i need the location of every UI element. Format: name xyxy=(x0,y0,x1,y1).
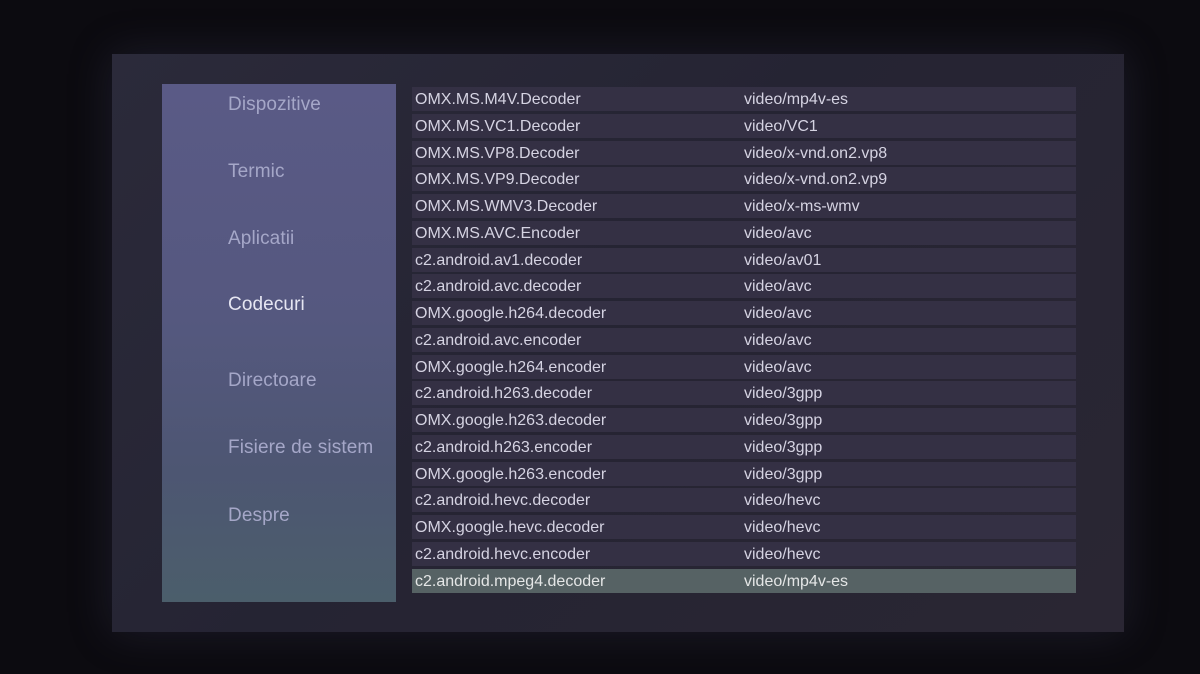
codec-name: OMX.MS.VP8.Decoder xyxy=(415,145,580,162)
codec-name: OMX.google.h264.decoder xyxy=(415,305,607,322)
codec-name: c2.android.av1.decoder xyxy=(415,252,583,269)
codec-row[interactable]: OMX.MS.VC1.Decoder video/VC1 xyxy=(412,114,1076,138)
codec-mime-type: video/avc xyxy=(744,332,812,349)
codec-row[interactable]: c2.android.hevc.decoder video/hevc xyxy=(412,488,1076,512)
sidebar-item-codecuri[interactable]: Codecuri xyxy=(228,294,305,316)
codec-name: c2.android.mpeg4.decoder xyxy=(415,573,606,590)
codec-row[interactable]: OMX.google.h263.decoder video/3gpp xyxy=(412,408,1076,432)
sidebar-item-dispozitive[interactable]: Dispozitive xyxy=(228,94,321,116)
codec-name: c2.android.hevc.decoder xyxy=(415,492,591,509)
codec-row[interactable]: OMX.google.h264.encoder video/avc xyxy=(412,355,1076,379)
codec-row[interactable]: c2.android.h263.encoder video/3gpp xyxy=(412,435,1076,459)
codec-mime-type: video/3gpp xyxy=(744,385,823,402)
codec-row[interactable]: OMX.google.hevc.decoder video/hevc xyxy=(412,515,1076,539)
codec-row[interactable]: OMX.MS.WMV3.Decoder video/x-ms-wmv xyxy=(412,194,1076,218)
codec-mime-type: video/x-ms-wmv xyxy=(744,198,860,215)
codec-name: OMX.MS.AVC.Encoder xyxy=(415,225,581,242)
codec-row[interactable]: OMX.google.h263.encoder video/3gpp xyxy=(412,462,1076,486)
codec-mime-type: video/x-vnd.on2.vp9 xyxy=(744,171,888,188)
codec-mime-type: video/hevc xyxy=(744,492,821,509)
sidebar-item-despre[interactable]: Despre xyxy=(228,505,290,527)
codec-row[interactable]: c2.android.avc.decoder video/avc xyxy=(412,274,1076,298)
codec-row[interactable]: c2.android.avc.encoder video/avc xyxy=(412,328,1076,352)
sidebar-item-aplicatii[interactable]: Aplicatii xyxy=(228,228,294,250)
codec-mime-type: video/mp4v-es xyxy=(744,573,849,590)
codec-mime-type: video/3gpp xyxy=(744,439,823,456)
sidebar-item-termic[interactable]: Termic xyxy=(228,161,285,183)
codec-row[interactable]: OMX.MS.M4V.Decoder video/mp4v-es xyxy=(412,87,1076,111)
codec-mime-type: video/3gpp xyxy=(744,412,823,429)
sidebar-item-fisiere-de-sistem[interactable]: Fisiere de sistem xyxy=(228,437,373,459)
codec-row[interactable]: OMX.MS.AVC.Encoder video/avc xyxy=(412,221,1076,245)
codec-row[interactable]: c2.android.hevc.encoder video/hevc xyxy=(412,542,1076,566)
codec-name: c2.android.avc.encoder xyxy=(415,332,582,349)
codec-mime-type: video/avc xyxy=(744,225,812,242)
codec-list: OMX.MS.M4V.Decoder video/mp4v-es OMX.MS.V… xyxy=(412,87,1084,599)
codec-name: c2.android.avc.decoder xyxy=(415,278,582,295)
codec-mime-type: video/3gpp xyxy=(744,466,823,483)
codec-mime-type: video/avc xyxy=(744,278,812,295)
codec-name: OMX.google.h263.decoder xyxy=(415,412,607,429)
codec-row[interactable]: OMX.MS.VP8.Decoder video/x-vnd.on2.vp8 xyxy=(412,141,1076,165)
sidebar-item-directoare[interactable]: Directoare xyxy=(228,370,317,392)
codec-row[interactable]: c2.android.h263.decoder video/3gpp xyxy=(412,381,1076,405)
codec-name: c2.android.h263.encoder xyxy=(415,439,593,456)
codec-mime-type: video/hevc xyxy=(744,519,821,536)
codec-row-selected[interactable]: c2.android.mpeg4.decoder video/mp4v-es xyxy=(412,569,1076,593)
codec-name: c2.android.h263.decoder xyxy=(415,385,593,402)
codec-mime-type: video/mp4v-es xyxy=(744,91,849,108)
codec-name: OMX.MS.VP9.Decoder xyxy=(415,171,580,188)
codec-name: OMX.MS.WMV3.Decoder xyxy=(415,198,598,215)
codec-mime-type: video/hevc xyxy=(744,546,821,563)
codec-name: OMX.google.h263.encoder xyxy=(415,466,607,483)
codec-mime-type: video/av01 xyxy=(744,252,822,269)
codec-mime-type: video/avc xyxy=(744,359,812,376)
sidebar-menu: Dispozitive Termic Aplicatii Codecuri Di… xyxy=(162,84,396,602)
codec-mime-type: video/avc xyxy=(744,305,812,322)
codec-mime-type: video/VC1 xyxy=(744,118,818,135)
codec-name: OMX.MS.M4V.Decoder xyxy=(415,91,581,108)
codec-name: OMX.google.hevc.decoder xyxy=(415,519,605,536)
codec-name: OMX.MS.VC1.Decoder xyxy=(415,118,581,135)
codec-mime-type: video/x-vnd.on2.vp8 xyxy=(744,145,888,162)
codec-row[interactable]: OMX.google.h264.decoder video/avc xyxy=(412,301,1076,325)
codec-name: OMX.google.h264.encoder xyxy=(415,359,607,376)
codec-row[interactable]: c2.android.av1.decoder video/av01 xyxy=(412,248,1076,272)
codec-row[interactable]: OMX.MS.VP9.Decoder video/x-vnd.on2.vp9 xyxy=(412,167,1076,191)
codec-name: c2.android.hevc.encoder xyxy=(415,546,591,563)
